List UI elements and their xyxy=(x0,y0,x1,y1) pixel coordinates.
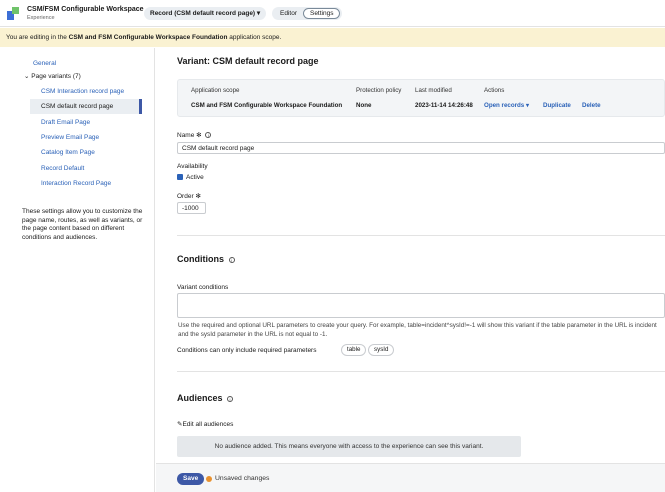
name-label-text: Name xyxy=(177,132,195,139)
sidebar-group-label: Page variants (7) xyxy=(31,73,81,80)
page-title: Variant: CSM default record page xyxy=(177,56,319,66)
editor-tab[interactable]: Editor xyxy=(274,9,303,18)
variant-conditions-label: Variant conditions xyxy=(177,284,229,291)
chevron-down-icon: ⌄ xyxy=(24,73,30,80)
open-records-label: Open records xyxy=(484,102,525,109)
info-policy-value: None xyxy=(356,102,372,109)
availability-label: Availability xyxy=(177,163,208,170)
unsaved-status: Unsaved changes xyxy=(215,475,270,482)
settings-tab[interactable]: Settings xyxy=(302,8,341,19)
info-modified-value: 2023-11-14 14:26:48 xyxy=(415,102,473,109)
sidebar-variant-record-default[interactable]: Record Default xyxy=(41,165,84,172)
save-button[interactable]: Save xyxy=(177,473,205,485)
banner-prefix: You are editing in the xyxy=(6,34,69,41)
info-header-policy: Protection policy xyxy=(356,87,402,94)
sidebar-item-general[interactable]: General xyxy=(33,60,56,67)
open-records-button[interactable]: Open records ▾ xyxy=(484,102,529,109)
banner-suffix: application scope. xyxy=(227,34,282,41)
audiences-title: Audiences xyxy=(177,393,223,403)
sidebar-variant-catalog-item[interactable]: Catalog Item Page xyxy=(41,149,95,156)
section-divider xyxy=(177,371,665,372)
mode-toggle: Editor Settings xyxy=(272,7,343,20)
sidebar-description: These settings allow you to customize th… xyxy=(22,208,143,241)
info-icon[interactable]: i xyxy=(228,256,235,263)
active-checkbox[interactable] xyxy=(177,174,183,180)
sidebar-variant-interaction-record[interactable]: Interaction Record Page xyxy=(41,180,111,187)
sidebar-group-page-variants[interactable]: ⌄ Page variants (7) xyxy=(24,72,81,80)
active-label: Active xyxy=(186,174,204,181)
name-label: Name ✻ i xyxy=(177,131,212,139)
required-asterisk-icon: ✻ xyxy=(196,132,202,139)
order-input[interactable]: -1000 xyxy=(177,202,206,214)
conditions-help-text: Use the required and optional URL parame… xyxy=(178,322,657,338)
scope-banner: You are editing in the CSM and FSM Confi… xyxy=(0,28,665,47)
required-params-label: Conditions can only include required par… xyxy=(177,347,317,354)
info-header-modified: Last modified xyxy=(415,87,452,94)
page-select-label: Record (CSM default record page) xyxy=(150,10,256,17)
variant-conditions-input[interactable] xyxy=(177,293,665,318)
info-header-scope: Application scope xyxy=(191,87,240,94)
variant-info-box: Application scope Protection policy Last… xyxy=(177,79,665,117)
sidebar-variant-csm-default[interactable]: CSM default record page xyxy=(30,99,142,114)
order-label-text: Order xyxy=(177,193,194,200)
banner-scope: CSM and FSM Configurable Workspace Found… xyxy=(68,34,228,41)
section-divider xyxy=(177,235,665,236)
app-subtitle: Experience xyxy=(27,15,55,21)
info-header-actions: Actions xyxy=(484,87,505,94)
edit-audiences-link[interactable]: ✎Edit all audiences xyxy=(177,420,233,428)
sidebar-variant-preview-email[interactable]: Preview Email Page xyxy=(41,134,99,141)
caret-down-icon: ▾ xyxy=(256,10,261,17)
settings-sidebar: General ⌄ Page variants (7) CSM Interact… xyxy=(0,48,155,492)
param-chip-table[interactable]: table xyxy=(341,344,367,356)
no-audience-message: No audience added. This means everyone w… xyxy=(177,436,521,457)
info-scope-value: CSM and FSM Configurable Workspace Found… xyxy=(191,102,343,109)
conditions-title: Conditions xyxy=(177,254,224,264)
required-asterisk-icon: ✻ xyxy=(195,193,201,200)
caret-down-icon: ▾ xyxy=(525,102,530,109)
order-label: Order ✻ xyxy=(177,192,201,200)
save-footer: Save Unsaved changes xyxy=(156,463,665,492)
main-content: Variant: CSM default record page Applica… xyxy=(156,48,665,492)
sidebar-variant-csm-interaction[interactable]: CSM Interaction record page xyxy=(41,88,124,95)
delete-button[interactable]: Delete xyxy=(582,102,601,109)
duplicate-button[interactable]: Duplicate xyxy=(543,102,571,109)
sidebar-variant-label: CSM default record page xyxy=(41,103,114,110)
app-header: CSM/FSM Configurable Workspace Experienc… xyxy=(0,0,665,27)
app-logo-icon xyxy=(7,7,19,20)
conditions-heading: Conditions i xyxy=(177,254,235,264)
name-input[interactable]: CSM default record page xyxy=(177,142,665,154)
audiences-heading: Audiences i xyxy=(177,393,234,403)
unsaved-indicator-icon xyxy=(206,476,212,482)
sidebar-variant-draft-email[interactable]: Draft Email Page xyxy=(41,119,90,126)
app-title: CSM/FSM Configurable Workspace xyxy=(27,6,144,13)
info-icon[interactable]: i xyxy=(205,132,212,139)
edit-audiences-label: Edit all audiences xyxy=(182,421,234,428)
info-icon[interactable]: i xyxy=(227,395,234,402)
param-chip-sysid[interactable]: sysId xyxy=(368,344,395,356)
page-select[interactable]: Record (CSM default record page) ▾ xyxy=(144,7,267,20)
